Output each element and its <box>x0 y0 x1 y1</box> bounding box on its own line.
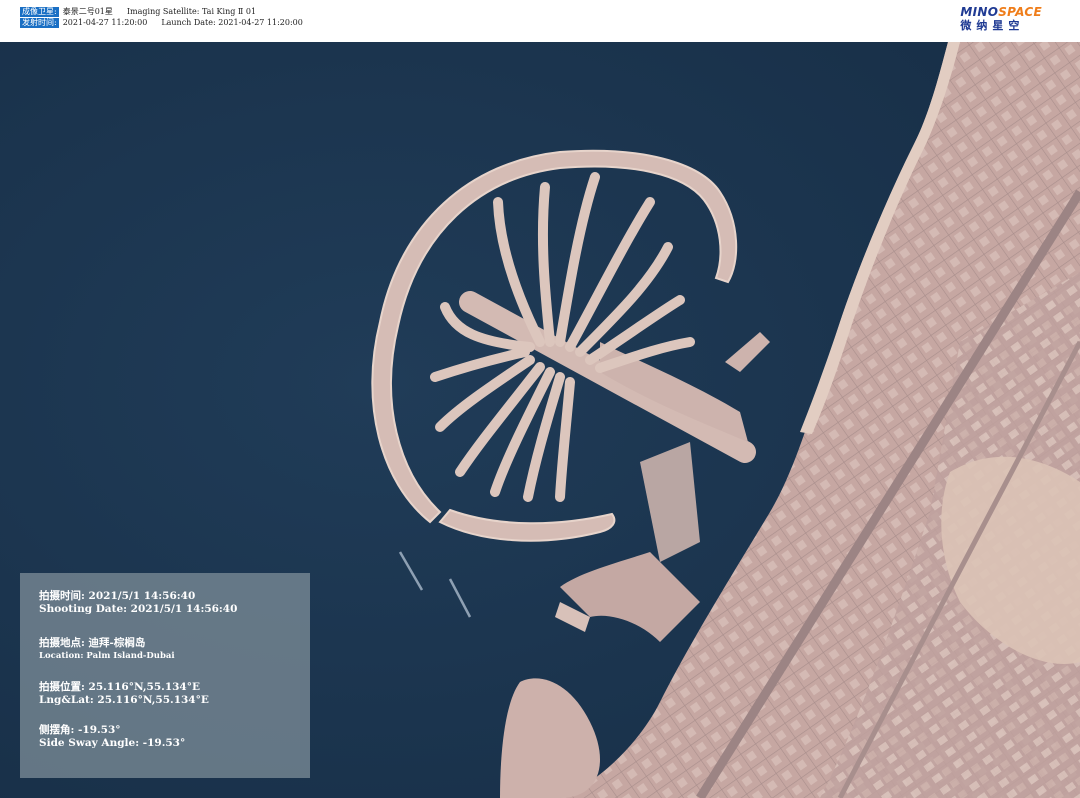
satellite-name-en: Imaging Satellite: Tai King Ⅱ 01 <box>126 7 257 16</box>
satellite-name-cn: 泰景二号01星 <box>62 7 113 16</box>
sway-angle-en: Side Sway Angle: -19.53° <box>39 737 186 749</box>
launch-date-cn: 2021-04-27 11:20:00 <box>62 18 148 27</box>
shooting-date-cn: 拍摄时间: 2021/5/1 14:56:40 <box>39 590 196 602</box>
satellite-row: 成像卫星: 泰景二号01星 Imaging Satellite: Tai Kin… <box>20 7 270 17</box>
launch-label: 发射时间: <box>20 18 59 28</box>
brand-name-en: MINOSPACE <box>960 6 1042 18</box>
launch-date-en: Launch Date: 2021-04-27 11:20:00 <box>161 18 303 27</box>
brand-name-en-part2: SPACE <box>998 5 1042 19</box>
satellite-label: 成像卫星: <box>20 7 59 17</box>
shooting-date-en: Shooting Date: 2021/5/1 14:56:40 <box>39 603 238 615</box>
caption-header: 成像卫星: 泰景二号01星 Imaging Satellite: Tai Kin… <box>0 0 1080 42</box>
brand-name-en-part1: MINO <box>960 5 999 19</box>
brand-name-cn: 微纳星空 <box>960 19 1025 32</box>
info-panel: 拍摄时间: 2021/5/1 14:56:40 Shooting Date: 2… <box>20 573 310 778</box>
launch-row: 发射时间: 2021-04-27 11:20:00 Launch Date: 2… <box>20 18 317 28</box>
coordinates-en: Lng&Lat: 25.116°N,55.134°E <box>39 694 209 706</box>
coordinates-group: 拍摄位置: 25.116°N,55.134°E Lng&Lat: 25.116°… <box>39 681 209 707</box>
location-group: 拍摄地点: 迪拜-棕榈岛 Location: Palm Island-Dubai <box>39 637 175 662</box>
sway-angle-group: 侧摆角: -19.53° Side Sway Angle: -19.53° <box>39 724 185 750</box>
sway-angle-cn: 侧摆角: -19.53° <box>39 724 121 736</box>
location-en: Location: Palm Island-Dubai <box>39 651 175 661</box>
shooting-date-group: 拍摄时间: 2021/5/1 14:56:40 Shooting Date: 2… <box>39 590 237 616</box>
minospace-logo: MINOSPACE 微纳星空 <box>960 6 1042 33</box>
coordinates-cn: 拍摄位置: 25.116°N,55.134°E <box>39 681 200 693</box>
location-cn: 拍摄地点: 迪拜-棕榈岛 <box>39 637 146 649</box>
